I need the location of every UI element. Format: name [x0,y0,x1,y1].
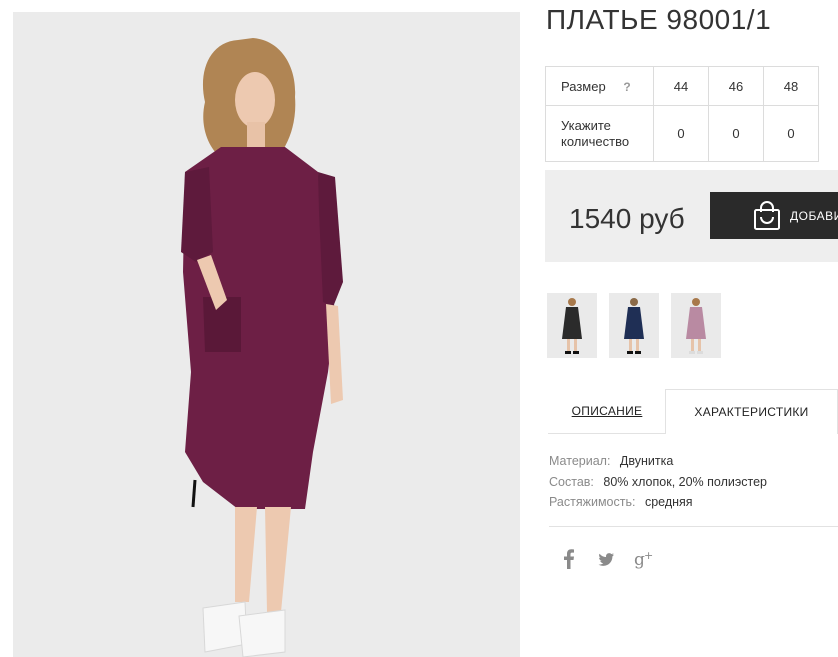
price-block: 1540 руб ДОБАВИТЬ [545,170,838,262]
size-label: Размер [561,78,606,94]
quantity-label-cell: Укажите количество [545,105,654,162]
size-quantity-table: Размер ? 44 46 48 Укажите количество 0 0… [545,66,819,162]
tab-description[interactable]: ОПИСАНИЕ [548,389,666,433]
quantity-input-48[interactable]: 0 [763,105,819,162]
quantity-label-line2: количество [561,133,630,149]
spec-row-composition: Состав: 80% хлопок, 20% полиэстер [549,472,767,493]
specs-list: Материал: Двунитка Состав: 80% хлопок, 2… [549,451,767,513]
size-row: Размер ? 44 46 48 [545,66,819,106]
add-to-cart-button[interactable]: ДОБАВИТЬ [710,192,838,239]
thumbnail-black[interactable] [547,293,597,358]
size-option-46[interactable]: 46 [708,66,764,106]
spec-label: Растяжимость: [549,495,636,509]
thumbnail-mauve[interactable] [671,293,721,358]
tab-characteristics[interactable]: ХАРАКТЕРИСТИКИ [665,389,838,434]
twitter-icon[interactable] [597,548,615,575]
facebook-icon[interactable] [563,548,575,575]
size-option-44[interactable]: 44 [653,66,709,106]
google-plus-icon[interactable]: g + [634,548,654,575]
spec-row-material: Материал: Двунитка [549,451,767,472]
spec-value: Двунитка [619,454,674,468]
quantity-input-46[interactable]: 0 [708,105,764,162]
quantity-row: Укажите количество 0 0 0 [545,105,819,162]
spec-label: Состав: [549,474,594,489]
svg-text:+: + [644,549,653,562]
product-title: ПЛАТЬЕ 98001/1 [546,4,772,35]
spec-row-stretch: Растяжимость: средняя [549,492,767,513]
size-label-cell: Размер ? [545,66,654,106]
thumbnail-navy[interactable] [609,293,659,358]
shopping-bag-icon [753,201,781,234]
add-to-cart-label: ДОБАВИТЬ [790,209,838,223]
quantity-label-line1: Укажите [561,117,611,133]
price: 1540 руб [569,203,685,234]
spec-value: 80% хлопок, 20% полиэстер [603,474,767,489]
help-icon[interactable]: ? [623,80,630,94]
spec-label: Материал: [549,454,611,468]
specs-divider [549,526,838,527]
spec-value: средняя [644,495,693,509]
quantity-input-44[interactable]: 0 [653,105,709,162]
size-option-48[interactable]: 48 [763,66,819,106]
main-product-photo[interactable] [13,12,520,657]
